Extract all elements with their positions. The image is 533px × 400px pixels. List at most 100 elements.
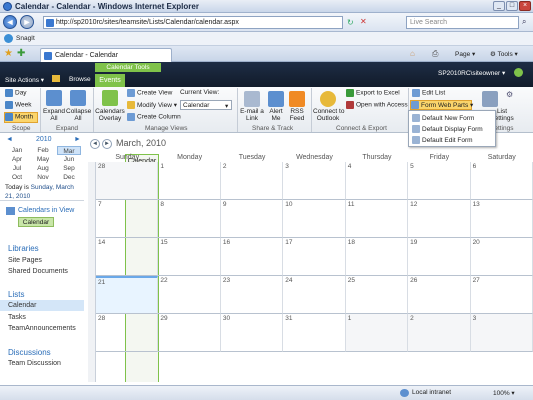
calendar-day-cell[interactable]: 10: [283, 200, 346, 238]
calendar-day-cell[interactable]: 5: [408, 162, 471, 200]
nav-team-announcements[interactable]: TeamAnnouncements: [8, 325, 76, 332]
day-button[interactable]: Day: [5, 89, 27, 97]
calendars-overlay-button[interactable]: Calendars Overlay: [95, 108, 125, 122]
nav-calendar[interactable]: Calendar: [8, 302, 36, 309]
calendar-chip[interactable]: Calendar: [18, 217, 54, 227]
browse-tab[interactable]: Browse: [69, 76, 91, 83]
libraries-heading[interactable]: Libraries: [8, 244, 39, 253]
maximize-button[interactable]: □: [506, 1, 518, 11]
export-excel-button[interactable]: Export to Excel: [346, 89, 400, 97]
calendar-day-cell[interactable]: 21: [96, 276, 159, 314]
zoom-level[interactable]: 100% ▾: [493, 389, 515, 397]
month-picker-may[interactable]: May: [31, 155, 55, 164]
calendar-day-cell[interactable]: 14: [96, 238, 159, 276]
calendar-day-cell[interactable]: 29: [158, 314, 221, 352]
calendar-day-cell[interactable]: 3: [470, 314, 533, 352]
create-column-button[interactable]: Create Column: [127, 113, 181, 121]
month-picker-jul[interactable]: Jul: [5, 164, 29, 173]
nav-team-discussion[interactable]: Team Discussion: [8, 360, 61, 367]
close-window-button[interactable]: ×: [519, 1, 531, 11]
add-favorites-icon[interactable]: ✚: [17, 48, 25, 59]
current-view-select[interactable]: Calendar ▾: [180, 100, 232, 110]
calendar-day-cell[interactable]: 9: [220, 200, 284, 238]
print-icon[interactable]: ⎙: [432, 49, 438, 59]
calendar-day-cell[interactable]: 19: [408, 238, 471, 276]
calendar-day-cell[interactable]: 20: [470, 238, 533, 276]
calendar-day-cell[interactable]: 1: [345, 314, 409, 352]
calendar-day-cell[interactable]: 30: [220, 314, 284, 352]
default-new-form-item[interactable]: Default New Form: [412, 113, 474, 124]
prev-month-button[interactable]: ◄: [90, 139, 100, 149]
default-display-form-item[interactable]: Default Display Form: [412, 124, 483, 135]
next-month-button[interactable]: ►: [102, 139, 112, 149]
calendar-day-cell[interactable]: 1: [158, 162, 221, 200]
browser-tab[interactable]: Calendar - Calendar: [40, 48, 172, 62]
month-picker-nov[interactable]: Nov: [31, 173, 55, 182]
connect-outlook-button[interactable]: Connect to Outlook: [313, 108, 344, 122]
prev-year-icon[interactable]: ◄: [6, 136, 13, 143]
default-edit-form-item[interactable]: Default Edit Form: [412, 135, 473, 146]
events-tab[interactable]: Events: [95, 74, 125, 87]
month-picker-apr[interactable]: Apr: [5, 155, 29, 164]
lists-heading[interactable]: Lists: [8, 290, 24, 299]
calendar-day-cell[interactable]: 17: [283, 238, 346, 276]
calendar-day-cell[interactable]: 24: [283, 276, 346, 314]
calendar-day-cell[interactable]: 3: [283, 162, 346, 200]
forward-button[interactable]: ►: [20, 15, 34, 29]
calendar-day-cell[interactable]: 15: [158, 238, 221, 276]
calendar-day-cell[interactable]: 13: [470, 200, 533, 238]
page-menu[interactable]: Page ▾: [455, 50, 475, 58]
month-picker-jan[interactable]: Jan: [5, 146, 29, 155]
search-field[interactable]: Live Search: [406, 16, 519, 29]
workflow-icon[interactable]: ⚙: [506, 90, 513, 99]
url-field[interactable]: http://sp2010rc/sites/teamsite/Lists/Cal…: [43, 16, 343, 29]
calendar-day-cell[interactable]: 2: [408, 314, 471, 352]
calendar-day-cell[interactable]: 22: [158, 276, 221, 314]
month-picker-sep[interactable]: Sep: [57, 164, 81, 173]
week-button[interactable]: Week: [5, 101, 32, 109]
calendar-day-cell[interactable]: 6: [470, 162, 533, 200]
month-picker-jun[interactable]: Jun: [57, 155, 81, 164]
month-picker-dec[interactable]: Dec: [57, 173, 81, 182]
tools-menu[interactable]: ⚙ Tools ▾: [490, 50, 518, 58]
calendar-day-cell[interactable]: 16: [220, 238, 284, 276]
calendar-day-cell[interactable]: 7: [96, 200, 159, 238]
calendar-day-cell[interactable]: 28: [96, 162, 159, 200]
snagit-button[interactable]: SnagIt: [16, 35, 35, 42]
open-access-button[interactable]: Open with Access: [346, 101, 408, 109]
search-icon[interactable]: ⌕: [522, 17, 526, 27]
next-year-icon[interactable]: ►: [74, 136, 81, 143]
collapse-all-button[interactable]: Collapse All: [66, 108, 91, 122]
calendar-day-cell[interactable]: 28: [96, 314, 159, 352]
discussions-heading[interactable]: Discussions: [8, 348, 51, 357]
minimize-button[interactable]: _: [493, 1, 505, 11]
favorites-star-icon[interactable]: ★: [4, 48, 13, 59]
alert-me-button[interactable]: Alert Me: [266, 108, 286, 122]
calendar-day-cell[interactable]: 26: [408, 276, 471, 314]
month-picker-aug[interactable]: Aug: [31, 164, 55, 173]
create-view-button[interactable]: Create View: [127, 89, 172, 97]
expand-all-button[interactable]: Expand All: [43, 108, 65, 122]
home-icon[interactable]: ⌂: [410, 49, 415, 58]
calendar-day-cell[interactable]: 2: [220, 162, 284, 200]
month-button[interactable]: Month: [4, 112, 38, 123]
calendar-day-cell[interactable]: 31: [283, 314, 346, 352]
calendar-day-cell[interactable]: 4: [345, 162, 409, 200]
edit-list-button[interactable]: Edit List: [412, 89, 445, 97]
rss-feed-button[interactable]: RSS Feed: [287, 108, 307, 122]
refresh-icon[interactable]: ↻: [347, 18, 354, 27]
email-link-button[interactable]: E-mail a Link: [239, 108, 265, 122]
nav-shared-documents[interactable]: Shared Documents: [8, 268, 68, 275]
calendar-day-cell[interactable]: 18: [345, 238, 409, 276]
month-picker-mar[interactable]: Mar: [57, 146, 81, 155]
nav-tasks[interactable]: Tasks: [8, 314, 26, 321]
back-button[interactable]: ◄: [3, 15, 17, 29]
calendar-day-cell[interactable]: 11: [345, 200, 409, 238]
calendar-day-cell[interactable]: 23: [220, 276, 284, 314]
site-actions-menu[interactable]: Site Actions ▾: [5, 76, 44, 84]
help-icon[interactable]: [514, 68, 523, 77]
user-menu[interactable]: SP2010RC\siteowner ▾: [438, 69, 505, 77]
calendar-day-cell[interactable]: 8: [158, 200, 221, 238]
folder-up-icon[interactable]: [52, 75, 60, 82]
form-web-parts-button[interactable]: Form Web Parts ▾: [410, 100, 473, 110]
